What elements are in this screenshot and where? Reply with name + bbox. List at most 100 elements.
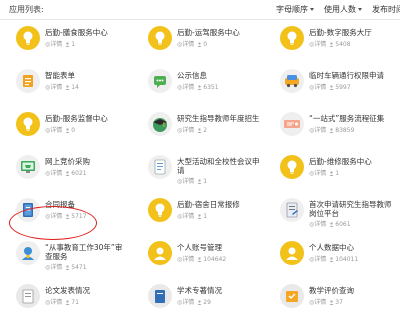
detail-link[interactable]: 详情 bbox=[314, 41, 326, 48]
app-card[interactable]: 后勤-维修服务中心 ◎详情 1 bbox=[264, 153, 400, 196]
detail-link[interactable]: 详情 bbox=[182, 41, 194, 48]
user-count: 104011 bbox=[335, 256, 359, 263]
sort-alphabetical-button[interactable]: 字母顺序 bbox=[276, 4, 314, 15]
detail-link[interactable]: 详情 bbox=[182, 127, 194, 134]
user-count: 5408 bbox=[335, 41, 351, 48]
app-name: 合同报备 bbox=[45, 200, 75, 209]
app-name: 后勤-膳食服务中心 bbox=[45, 28, 108, 37]
detail-link[interactable]: 详情 bbox=[314, 221, 326, 228]
app-card[interactable]: 个人账号管理 ◎详情 104642 bbox=[132, 239, 264, 282]
app-name: 论文发表情况 bbox=[45, 286, 90, 295]
user-icon bbox=[197, 127, 202, 133]
app-card[interactable]: 网上竞价采购 ◎详情 6021 bbox=[0, 153, 132, 196]
app-card[interactable]: 后勤-数字服务大厅 ◎详情 5408 bbox=[264, 24, 400, 67]
detail-link[interactable]: 详情 bbox=[50, 41, 62, 48]
vehicle-pass-icon bbox=[280, 69, 304, 93]
app-meta: ◎详情 6351 bbox=[177, 82, 219, 91]
monitor-cart-icon bbox=[16, 155, 40, 179]
detail-link[interactable]: 详情 bbox=[314, 299, 326, 306]
app-name: 后勤-运驾服务中心 bbox=[177, 28, 240, 37]
user-count: 29 bbox=[203, 299, 211, 306]
app-meta: ◎详情 5471 bbox=[45, 262, 87, 271]
detail-link[interactable]: 详情 bbox=[50, 264, 62, 271]
app-meta: ◎详情 5997 bbox=[309, 82, 351, 91]
app-card[interactable]: 临时车辆通行权限申请 ◎详情 5997 bbox=[264, 67, 400, 110]
chevron-down-icon bbox=[310, 8, 314, 11]
sort-usage-button[interactable]: 使用人数 bbox=[324, 4, 362, 15]
app-name: 首次申请研究生指导教师岗位平台 bbox=[309, 200, 392, 218]
user-count: 71 bbox=[71, 299, 79, 306]
user-icon bbox=[329, 170, 334, 176]
graduation-cap-icon bbox=[148, 112, 172, 136]
lightbulb-icon bbox=[148, 198, 172, 222]
app-meta: ◎详情 104642 bbox=[177, 254, 226, 263]
detail-link[interactable]: 详情 bbox=[182, 213, 194, 220]
user-count: 5997 bbox=[335, 84, 351, 91]
user-icon bbox=[329, 299, 334, 305]
app-grid: 后勤-膳食服务中心 ◎详情 1 后勤-运驾服务中心 ◎详情 0 后勤-数字服务大厅 … bbox=[0, 24, 400, 325]
person-icon bbox=[148, 241, 172, 265]
app-card[interactable]: 学术专著情况 ◎详情 29 bbox=[132, 282, 264, 325]
user-count: 83859 bbox=[335, 127, 355, 134]
detail-link[interactable]: 详情 bbox=[314, 84, 326, 91]
app-card[interactable]: 合同报备 ◎详情 5717 bbox=[0, 196, 132, 239]
detail-link[interactable]: 详情 bbox=[50, 170, 62, 177]
app-name: 临时车辆通行权限申请 bbox=[309, 71, 384, 80]
app-card[interactable]: 教学评价查询 ◎详情 37 bbox=[264, 282, 400, 325]
user-icon bbox=[65, 127, 70, 133]
user-icon bbox=[197, 178, 202, 184]
app-name: 智能表单 bbox=[45, 71, 75, 80]
app-card[interactable]: 首次申请研究生指导教师岗位平台 ◎详情 6061 bbox=[264, 196, 400, 239]
smart-form-icon bbox=[16, 69, 40, 93]
user-icon bbox=[65, 41, 70, 47]
app-card[interactable]: 公示信息 ◎详情 6351 bbox=[132, 67, 264, 110]
detail-link[interactable]: 详情 bbox=[182, 178, 194, 185]
app-meta: ◎详情 5717 bbox=[45, 211, 87, 220]
detail-link[interactable]: 详情 bbox=[314, 256, 326, 263]
app-meta: ◎详情 0 bbox=[177, 39, 207, 48]
user-count: 6351 bbox=[203, 84, 219, 91]
app-meta: ◎详情 1 bbox=[45, 39, 75, 48]
app-card[interactable]: 后勤-运驾服务中心 ◎详情 0 bbox=[132, 24, 264, 67]
app-meta: ◎详情 104011 bbox=[309, 254, 358, 263]
app-card[interactable]: 论文发表情况 ◎详情 71 bbox=[0, 282, 132, 325]
app-card[interactable]: “从事教育工作30年”审查服务 ◎详情 5471 bbox=[0, 239, 132, 282]
app-name: 研究生指导教师年度招生 bbox=[177, 114, 260, 123]
user-icon bbox=[65, 264, 70, 270]
app-card[interactable]: 大型活动和全校性会议申请 ◎详情 1 bbox=[132, 153, 264, 196]
application-form-icon bbox=[280, 198, 304, 222]
detail-link[interactable]: 详情 bbox=[50, 127, 62, 134]
user-count: 14 bbox=[71, 84, 79, 91]
app-card[interactable]: 后勤-膳食服务中心 ◎详情 1 bbox=[0, 24, 132, 67]
app-name: 个人账号管理 bbox=[177, 243, 222, 252]
paper-icon bbox=[16, 284, 40, 308]
user-count: 5471 bbox=[71, 264, 87, 271]
app-meta: ◎详情 1 bbox=[177, 211, 207, 220]
user-count: 2 bbox=[203, 127, 208, 134]
chat-bubble-icon bbox=[148, 69, 172, 93]
detail-link[interactable]: 详情 bbox=[182, 84, 194, 91]
app-card[interactable]: 个人数据中心 ◎详情 104011 bbox=[264, 239, 400, 282]
app-card[interactable]: 后勤-宿舍日常报修 ◎详情 1 bbox=[132, 196, 264, 239]
detail-link[interactable]: 详情 bbox=[50, 299, 62, 306]
sort-alphabetical-label: 字母顺序 bbox=[276, 5, 308, 14]
app-meta: ◎详情 1 bbox=[177, 176, 207, 185]
app-card[interactable]: 智能表单 ◎详情 14 bbox=[0, 67, 132, 110]
app-card[interactable]: “一站式”服务流程征集 ◎详情 83859 bbox=[264, 110, 400, 153]
detail-link[interactable]: 详情 bbox=[50, 84, 62, 91]
app-card[interactable]: 后勤-服务监督中心 ◎详情 0 bbox=[0, 110, 132, 153]
user-icon bbox=[329, 127, 334, 133]
detail-link[interactable]: 详情 bbox=[50, 213, 62, 220]
app-name: 个人数据中心 bbox=[309, 243, 354, 252]
sort-time-button[interactable]: 发布时间 bbox=[372, 4, 400, 15]
app-card[interactable]: 研究生指导教师年度招生 ◎详情 2 bbox=[132, 110, 264, 153]
teacher-badge-icon bbox=[16, 241, 40, 265]
detail-link[interactable]: 详情 bbox=[182, 299, 194, 306]
detail-link[interactable]: 详情 bbox=[182, 256, 194, 263]
detail-link[interactable]: 详情 bbox=[314, 127, 326, 134]
lightbulb-icon bbox=[16, 112, 40, 136]
app-name: 教学评价查询 bbox=[309, 286, 354, 295]
detail-link[interactable]: 详情 bbox=[314, 170, 326, 177]
user-count: 6021 bbox=[71, 170, 87, 177]
user-icon bbox=[65, 213, 70, 219]
